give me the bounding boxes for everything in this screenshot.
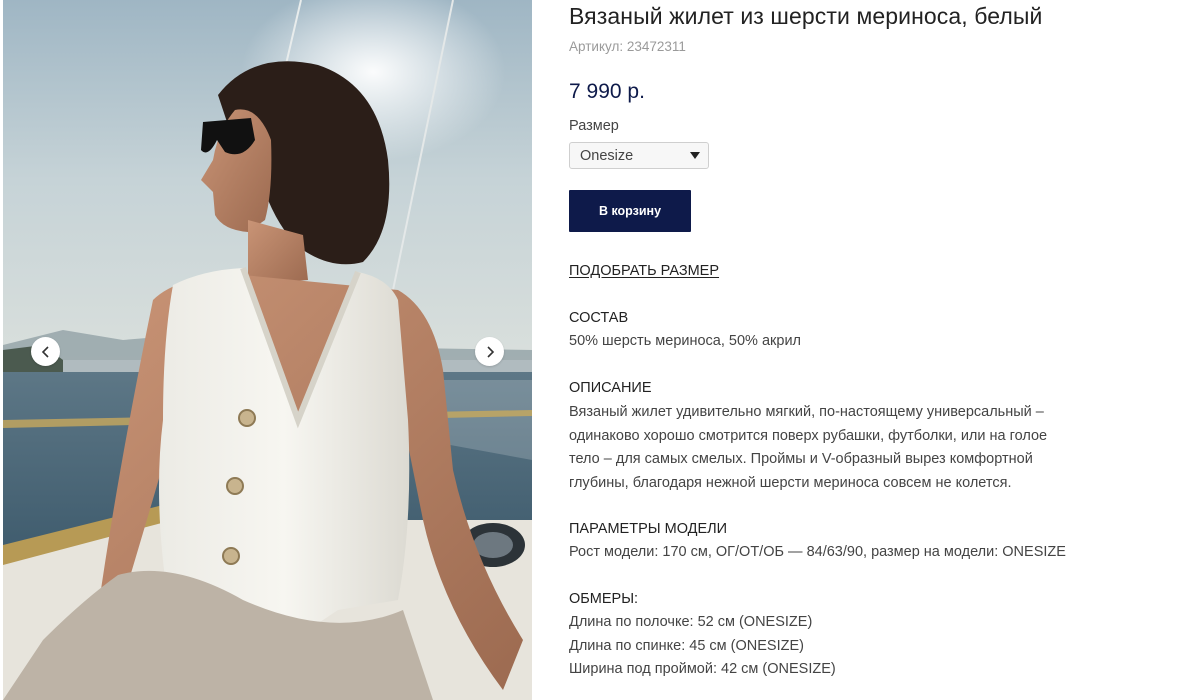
size-select[interactable]: Onesize bbox=[569, 142, 709, 169]
description-heading: ОПИСАНИЕ bbox=[569, 380, 652, 396]
add-to-cart-button[interactable]: В корзину bbox=[569, 190, 691, 232]
product-gallery[interactable] bbox=[3, 0, 532, 700]
product-title: Вязаный жилет из шерсти мериноса, белый bbox=[569, 3, 1043, 29]
product-photo bbox=[3, 0, 532, 700]
size-label: Размер bbox=[569, 118, 619, 134]
description-line: Вязаный жилет удивительно мягкий, по-нас… bbox=[569, 404, 1044, 420]
composition-text: 50% шерсть мериноса, 50% акрил bbox=[569, 333, 802, 349]
model-params-text: Рост модели: 170 см, ОГ/ОТ/ОБ — 84/63/90… bbox=[569, 544, 1066, 560]
description-line: одинаково хорошо смотрится поверх рубашк… bbox=[569, 427, 1048, 444]
size-select-value: Onesize bbox=[580, 147, 634, 164]
product-price: 7 990 р. bbox=[569, 80, 645, 103]
product-page: Вязаный жилет из шерсти мериноса, белый … bbox=[0, 0, 1200, 700]
measurement-line: Длина по спинке: 45 см (ONESIZE) bbox=[569, 637, 804, 654]
measurement-line: Длина по полочке: 52 см (ONESIZE) bbox=[569, 614, 813, 630]
chevron-right-icon bbox=[486, 345, 494, 358]
product-sku: Артикул: 23472311 bbox=[569, 39, 686, 54]
gallery-prev-button[interactable] bbox=[31, 337, 60, 366]
measurement-line: Ширина под проймой: 42 см (ONESIZE) bbox=[569, 661, 836, 677]
measurements-heading: ОБМЕРЫ: bbox=[569, 591, 639, 607]
composition-heading: СОСТАВ bbox=[569, 310, 629, 326]
model-params-heading: ПАРАМЕТРЫ МОДЕЛИ bbox=[569, 521, 728, 537]
description-line: тело – для самых смелых. Проймы и V-обра… bbox=[569, 451, 1033, 467]
description-line: глубины, благодаря нежной шерсти меринос… bbox=[569, 474, 1012, 491]
caret-down-icon bbox=[690, 152, 700, 159]
size-guide-link[interactable]: ПОДОБРАТЬ РАЗМЕР bbox=[569, 263, 719, 279]
gallery-next-button[interactable] bbox=[475, 337, 504, 366]
chevron-left-icon bbox=[41, 345, 49, 358]
